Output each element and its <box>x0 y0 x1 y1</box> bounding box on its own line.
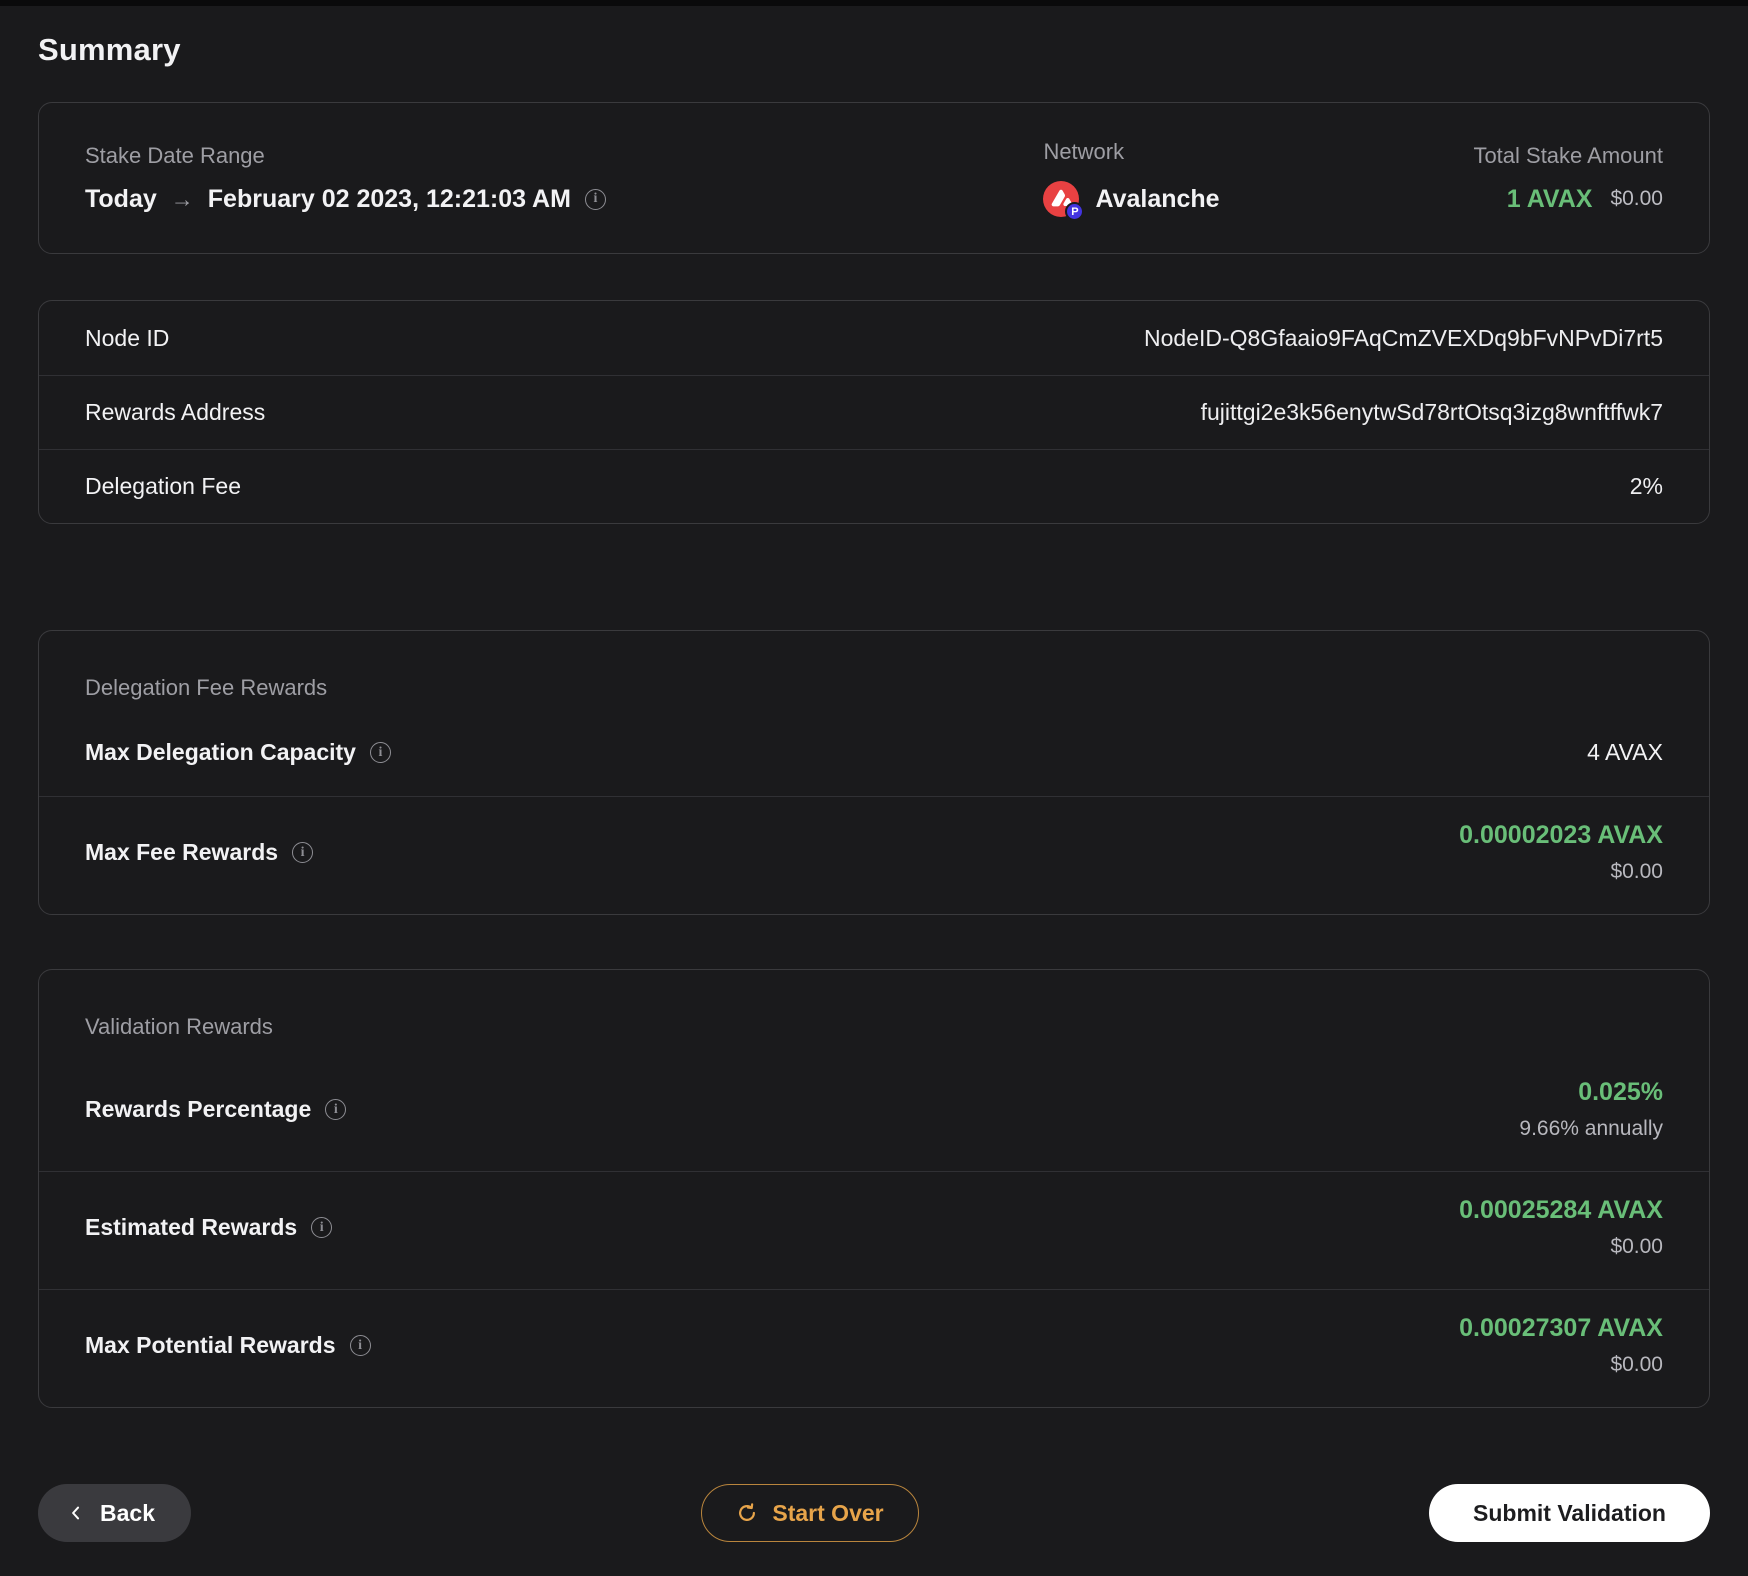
submit-validation-button-label: Submit Validation <box>1473 1499 1666 1526</box>
table-row-max-potential-rewards: Max Potential Rewards i 0.00027307 AVAX … <box>39 1289 1709 1407</box>
page-title: Summary <box>38 32 181 67</box>
max-fee-rewards-label: Max Fee Rewards i <box>85 839 314 866</box>
rewards-percentage-pct: 0.025% <box>1578 1078 1663 1106</box>
back-button[interactable]: Back <box>38 1484 191 1542</box>
max-fee-rewards-text: Max Fee Rewards <box>85 839 279 865</box>
max-delegation-capacity-value: 4 AVAX <box>1587 739 1663 765</box>
p-chain-badge: P <box>1065 202 1085 221</box>
estimated-rewards-usd: $0.00 <box>1610 1235 1663 1258</box>
table-row-estimated-rewards: Estimated Rewards i 0.00025284 AVAX $0.0… <box>39 1171 1709 1289</box>
max-potential-rewards-info-icon[interactable]: i <box>349 1335 371 1356</box>
max-potential-rewards-label: Max Potential Rewards i <box>85 1332 371 1359</box>
stake-date-range: Stake Date Range Today → February 02 202… <box>85 143 1043 214</box>
max-delegation-capacity-text: Max Delegation Capacity <box>85 739 356 765</box>
network-info: Network P Avalanche <box>1043 139 1473 221</box>
estimated-rewards-label: Estimated Rewards i <box>85 1214 333 1241</box>
network-label: Network <box>1043 139 1125 164</box>
total-stake-label: Total Stake Amount <box>1473 142 1663 168</box>
delegation-fee-rewards-card: Delegation Fee Rewards Max Delegation Ca… <box>38 630 1710 915</box>
estimated-rewards-text: Estimated Rewards <box>85 1214 298 1240</box>
rewards-percentage-label: Rewards Percentage i <box>85 1096 347 1123</box>
validation-rewards-title: Validation Rewards <box>85 1014 273 1039</box>
max-potential-rewards-text: Max Potential Rewards <box>85 1332 336 1358</box>
arrow-right-icon: → <box>170 185 194 212</box>
stake-overview-card: Stake Date Range Today → February 02 202… <box>38 102 1710 254</box>
submit-validation-button[interactable]: Submit Validation <box>1429 1484 1710 1542</box>
table-row-delegation-fee: Delegation Fee 2% <box>39 449 1709 523</box>
footer-actions: Back Start Over Submit Validation <box>38 1484 1710 1576</box>
window-top-edge <box>0 0 1748 6</box>
summary-page: Summary Stake Date Range Today → Februar… <box>0 32 1748 1576</box>
estimated-rewards-avax: 0.00025284 AVAX <box>1459 1196 1663 1224</box>
max-fee-rewards-value: 0.00002023 AVAX $0.00 <box>1459 821 1663 884</box>
max-potential-rewards-avax: 0.00027307 AVAX <box>1459 1314 1663 1342</box>
start-over-button[interactable]: Start Over <box>701 1484 919 1542</box>
rewards-percentage-annual: 9.66% annually <box>1519 1117 1663 1140</box>
network-name: Avalanche <box>1095 184 1220 213</box>
validation-rewards-card: Validation Rewards Rewards Percentage i … <box>38 969 1710 1408</box>
back-button-label: Back <box>100 1499 155 1526</box>
rewards-address-value: fujittgi2e3k56enytwSd78rtOtsq3izg8wnftff… <box>1200 399 1663 425</box>
table-row-rewards-percentage: Rewards Percentage i 0.025% 9.66% annual… <box>39 1054 1709 1171</box>
max-potential-rewards-usd: $0.00 <box>1610 1353 1663 1376</box>
stake-start-date: Today <box>85 184 157 213</box>
max-fee-rewards-info-icon[interactable]: i <box>292 842 314 863</box>
delegation-fee-label: Delegation Fee <box>85 473 241 499</box>
avalanche-logo-icon: P <box>1043 181 1085 221</box>
max-fee-rewards-usd: $0.00 <box>1610 860 1663 883</box>
total-stake-amount: Total Stake Amount 1 AVAX $0.00 <box>1473 143 1663 214</box>
stake-end-date: February 02 2023, 12:21:03 AM <box>207 184 571 213</box>
restart-icon <box>736 1502 758 1524</box>
node-id-label: Node ID <box>85 324 170 351</box>
delegation-fee-rewards-title: Delegation Fee Rewards <box>85 675 328 700</box>
rewards-percentage-text: Rewards Percentage <box>85 1096 312 1122</box>
max-potential-rewards-value: 0.00027307 AVAX $0.00 <box>1459 1314 1663 1377</box>
network-value: P Avalanche <box>1043 181 1473 221</box>
estimated-rewards-info-icon[interactable]: i <box>311 1217 333 1238</box>
date-range-info-icon[interactable]: i <box>584 188 606 210</box>
total-stake-usd: $0.00 <box>1610 187 1663 210</box>
max-fee-rewards-avax: 0.00002023 AVAX <box>1459 821 1663 849</box>
total-stake-avax: 1 AVAX <box>1506 184 1593 213</box>
table-row-node-id: Node ID NodeID-Q8Gfaaio9FAqCmZVEXDq9bFvN… <box>39 301 1709 375</box>
estimated-rewards-value: 0.00025284 AVAX $0.00 <box>1459 1196 1663 1259</box>
rewards-address-label: Rewards Address <box>85 399 266 425</box>
stake-date-range-value: Today → February 02 2023, 12:21:03 AM i <box>85 185 1043 214</box>
rewards-percentage-info-icon[interactable]: i <box>325 1099 347 1120</box>
stake-date-range-label: Stake Date Range <box>85 142 265 168</box>
chevron-left-icon <box>66 1503 86 1523</box>
start-over-button-label: Start Over <box>772 1499 884 1526</box>
total-stake-value: 1 AVAX $0.00 <box>1507 185 1663 214</box>
table-row-max-delegation-capacity: Max Delegation Capacity i 4 AVAX <box>39 715 1709 796</box>
max-delegation-capacity-label: Max Delegation Capacity i <box>85 739 391 766</box>
delegation-fee-value: 2% <box>1629 473 1663 499</box>
rewards-percentage-value: 0.025% 9.66% annually <box>1519 1078 1663 1141</box>
max-delegation-capacity-info-icon[interactable]: i <box>369 742 391 763</box>
node-id-value: NodeID-Q8Gfaaio9FAqCmZVEXDq9bFvNPvDi7rt5 <box>1144 324 1663 351</box>
table-row-rewards-address: Rewards Address fujittgi2e3k56enytwSd78r… <box>39 375 1709 449</box>
node-details-card: Node ID NodeID-Q8Gfaaio9FAqCmZVEXDq9bFvN… <box>38 300 1710 524</box>
table-row-max-fee-rewards: Max Fee Rewards i 0.00002023 AVAX $0.00 <box>39 796 1709 914</box>
